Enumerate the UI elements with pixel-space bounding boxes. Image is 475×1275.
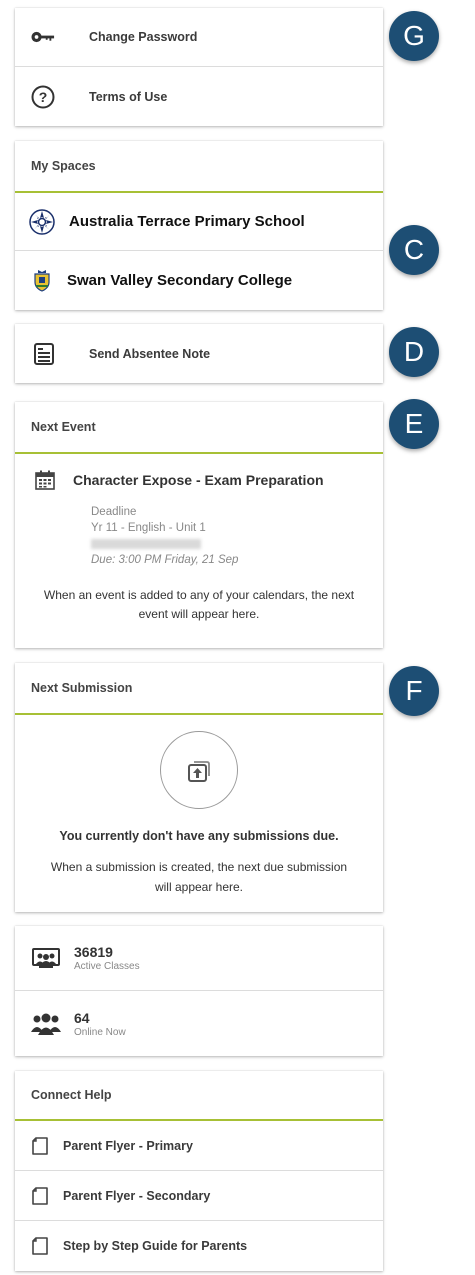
active-classes-label: Active Classes <box>74 961 140 972</box>
event-title-row[interactable]: Character Expose - Exam Preparation <box>35 470 367 490</box>
classroom-icon <box>31 946 61 970</box>
my-spaces-header: My Spaces <box>15 141 383 193</box>
event-due: Due: 3:00 PM Friday, 21 Sep <box>91 554 239 566</box>
key-icon <box>31 25 55 49</box>
active-classes-value: 36819 <box>74 944 113 960</box>
calendar-icon <box>35 470 55 490</box>
callout-badge-c: C <box>389 225 439 275</box>
school-emblem-icon <box>29 208 55 235</box>
help-item-step-by-step-guide[interactable]: Step by Step Guide for Parents <box>15 1221 383 1271</box>
event-details: Deadline Yr 11 - English - Unit 1 Due: 3… <box>91 504 367 568</box>
space-name: Swan Valley Secondary College <box>67 271 293 289</box>
submission-note: When a submission is created, the next d… <box>50 860 348 894</box>
question-circle-icon: ? <box>31 85 55 109</box>
college-crest-icon <box>29 267 55 293</box>
my-spaces-card: My Spaces Australia Terrace Primary Scho… <box>15 141 383 310</box>
document-icon <box>31 1237 49 1255</box>
redacted-text <box>91 539 201 549</box>
document-icon <box>31 1136 49 1155</box>
terms-of-use-link[interactable]: ? Terms of Use <box>15 67 383 126</box>
absentee-note-card: Send Absentee Note <box>15 324 383 383</box>
next-event-card: Next Event Character Expose - Exam Prepa… <box>15 402 383 648</box>
upload-icon-circle <box>160 731 238 809</box>
change-password-link[interactable]: Change Password <box>15 8 383 67</box>
callout-badge-g: G <box>389 11 439 61</box>
connect-help-card: Connect Help Parent Flyer - Primary Pare… <box>15 1071 383 1271</box>
callout-badge-f: F <box>389 666 439 716</box>
event-note: When an event is added to any of your ca… <box>43 588 355 621</box>
online-now-stat: 64 Online Now <box>15 991 383 1056</box>
connect-help-header: Connect Help <box>15 1071 383 1121</box>
help-item-parent-flyer-secondary[interactable]: Parent Flyer - Secondary <box>15 1171 383 1221</box>
next-submission-header: Next Submission <box>15 663 383 715</box>
help-item-parent-flyer-primary[interactable]: Parent Flyer - Primary <box>15 1121 383 1171</box>
online-now-value: 64 <box>74 1009 90 1026</box>
change-password-label: Change Password <box>89 30 198 44</box>
account-card: Change Password ? Terms of Use <box>15 8 383 126</box>
send-absentee-note-label: Send Absentee Note <box>89 346 211 361</box>
callout-badge-e: E <box>389 399 439 449</box>
document-icon <box>31 1186 49 1205</box>
terms-of-use-label: Terms of Use <box>89 89 168 104</box>
svg-text:?: ? <box>39 89 48 105</box>
space-item-swan-valley[interactable]: Swan Valley Secondary College <box>15 251 383 309</box>
send-absentee-note-button[interactable]: Send Absentee Note <box>15 324 383 383</box>
submission-empty-title: You currently don't have any submissions… <box>59 829 339 843</box>
event-class: Yr 11 - English - Unit 1 <box>91 522 206 534</box>
help-item-label: Step by Step Guide for Parents <box>63 1239 248 1253</box>
event-title: Character Expose - Exam Preparation <box>73 472 324 488</box>
upload-icon <box>185 756 213 784</box>
space-item-australia-terrace[interactable]: Australia Terrace Primary School <box>15 193 383 251</box>
next-submission-card: Next Submission You currently don't have… <box>15 663 383 912</box>
note-icon <box>31 341 57 367</box>
help-item-label: Parent Flyer - Primary <box>63 1138 193 1153</box>
space-name: Australia Terrace Primary School <box>69 213 305 230</box>
next-event-header: Next Event <box>15 402 383 454</box>
stats-card: 36819 Active Classes 64 Online Now <box>15 926 383 1056</box>
help-item-label: Parent Flyer - Secondary <box>63 1188 211 1203</box>
event-type: Deadline <box>91 506 137 518</box>
active-classes-stat: 36819 Active Classes <box>15 926 383 991</box>
callout-badge-d: D <box>389 327 439 377</box>
users-icon <box>31 1012 61 1036</box>
online-now-label: Online Now <box>74 1026 126 1038</box>
